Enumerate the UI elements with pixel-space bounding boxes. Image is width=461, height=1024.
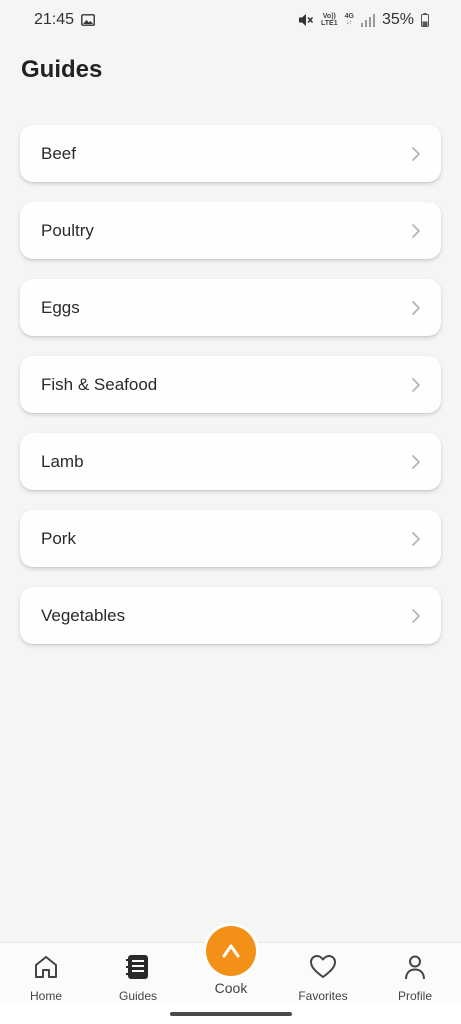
nav-profile[interactable]: Profile [369, 943, 461, 1005]
chevron-right-icon [411, 146, 421, 162]
status-bar: 21:45 Vo)) LTE1 4G ↓↑ 35% [0, 0, 461, 40]
heart-icon [309, 952, 337, 982]
page-title: Guides [21, 56, 103, 83]
volte-label: Vo)) [322, 13, 336, 20]
guide-label: Lamb [41, 451, 84, 471]
guide-label: Fish & Seafood [41, 374, 158, 394]
nav-profile-label: Profile [397, 989, 432, 1003]
guide-label: Poultry [41, 220, 94, 240]
cook-button[interactable] [206, 926, 256, 976]
guide-label: Eggs [41, 297, 80, 317]
chevron-right-icon [411, 608, 421, 624]
signal-icon [360, 13, 375, 27]
nav-home-label: Home [29, 989, 62, 1003]
guide-item-beef[interactable]: Beef [20, 125, 441, 182]
chevron-up-icon [222, 944, 240, 958]
chevron-right-icon [411, 454, 421, 470]
network-type-label: 4G [344, 13, 354, 20]
gallery-icon [81, 14, 95, 26]
home-icon [33, 952, 59, 982]
guide-item-fish-seafood[interactable]: Fish & Seafood [20, 356, 441, 413]
nav-cook-label: Cook [214, 980, 248, 996]
battery-percent: 35% [381, 11, 414, 28]
chevron-right-icon [411, 223, 421, 239]
nav-guides-label: Guides [118, 989, 158, 1003]
guide-label: Pork [41, 528, 76, 548]
guide-label: Beef [41, 143, 76, 163]
person-icon [403, 952, 427, 982]
battery-icon [421, 13, 429, 27]
home-gesture-handle[interactable] [170, 1012, 292, 1016]
guide-label: Vegetables [41, 605, 126, 625]
nav-home[interactable]: Home [0, 943, 92, 1005]
chevron-right-icon [411, 531, 421, 547]
guide-item-lamb[interactable]: Lamb [20, 433, 441, 490]
nav-guides[interactable]: Guides [92, 943, 184, 1005]
lte-label: LTE1 [321, 20, 338, 27]
volte-indicator: Vo)) LTE1 [321, 13, 338, 27]
guide-item-vegetables[interactable]: Vegetables [20, 587, 441, 644]
guide-item-eggs[interactable]: Eggs [20, 279, 441, 336]
gesture-bar [0, 1004, 461, 1024]
guide-list: Beef Poultry Eggs Fish & Seafood Lamb Po… [20, 125, 441, 644]
status-time: 21:45 [34, 11, 75, 28]
nav-favorites[interactable]: Favorites [277, 943, 369, 1005]
bottom-nav: Home Guides Cook Favorites Profile [0, 926, 461, 1005]
nav-cook[interactable]: Cook [194, 926, 268, 996]
nav-favorites-label: Favorites [298, 989, 348, 1003]
guides-screen: 21:45 Vo)) LTE1 4G ↓↑ 35% Guides Beef Po… [0, 0, 461, 1024]
chevron-right-icon [411, 377, 421, 393]
book-icon [126, 952, 150, 982]
network-type-indicator: 4G ↓↑ [344, 13, 354, 26]
chevron-right-icon [411, 300, 421, 316]
guide-item-poultry[interactable]: Poultry [20, 202, 441, 259]
status-left: 21:45 [34, 11, 95, 29]
guide-item-pork[interactable]: Pork [20, 510, 441, 567]
mute-icon [298, 13, 314, 27]
status-right: Vo)) LTE1 4G ↓↑ 35% [298, 11, 429, 29]
